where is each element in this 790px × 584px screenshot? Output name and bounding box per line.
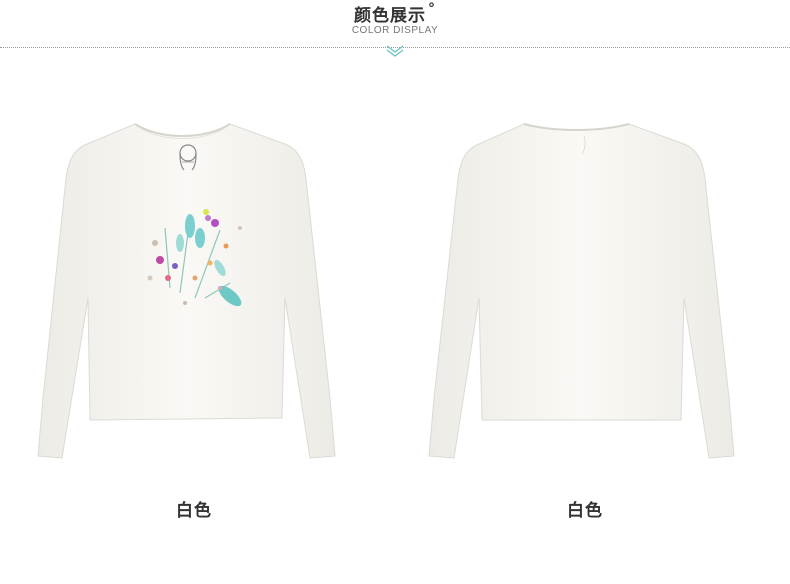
color-display-header: 颜色展示 ° COLOR DISPLAY <box>0 0 790 60</box>
section-subtitle: COLOR DISPLAY <box>351 25 439 36</box>
color-caption-back: 白色 <box>567 501 603 521</box>
section-title-text: 颜色展示 <box>354 6 426 26</box>
shirt-back-image <box>428 123 735 459</box>
shirt-front-image <box>37 123 336 459</box>
section-title: 颜色展示 ° <box>0 1 790 26</box>
color-caption-front: 白色 <box>176 501 212 521</box>
chevron-down-double-icon <box>386 45 404 57</box>
section-title-mark: ° <box>428 1 436 17</box>
